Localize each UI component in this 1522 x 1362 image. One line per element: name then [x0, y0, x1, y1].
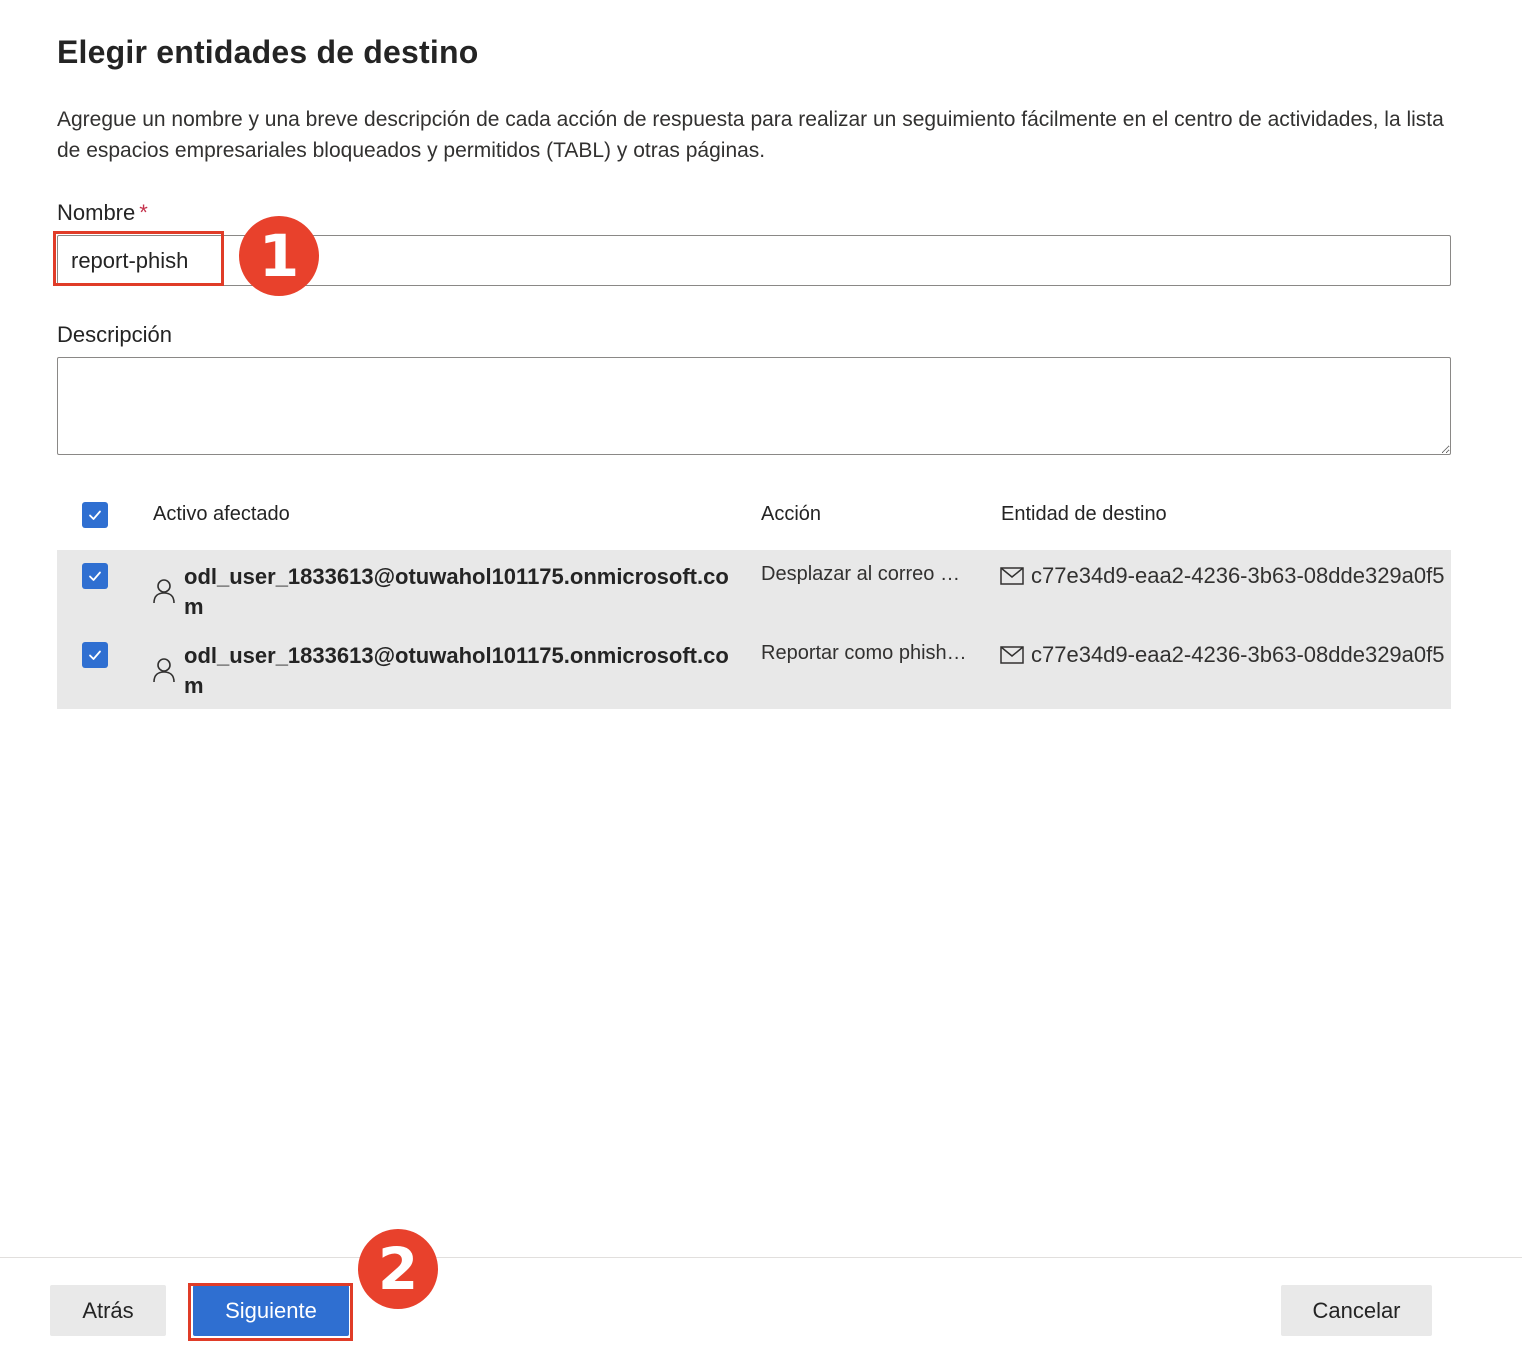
- checkmark-icon: [89, 571, 101, 581]
- checkmark-icon: [89, 510, 101, 520]
- step-badge-1: 1: [239, 216, 319, 296]
- checkmark-icon: [89, 650, 101, 660]
- required-marker: *: [139, 200, 148, 225]
- target-entity: c77e34d9-eaa2-4236-3b63-08dde329a0f5: [1031, 642, 1445, 667]
- footer-divider: [0, 1257, 1522, 1258]
- column-header-asset[interactable]: Activo afectado: [153, 503, 290, 526]
- page-description: Agregue un nombre y una breve descripció…: [57, 108, 1444, 162]
- back-button[interactable]: Atrás: [50, 1285, 166, 1336]
- step-badge-2: 2: [358, 1229, 438, 1309]
- choose-target-entities-page: Elegir entidades de destino Agregue un n…: [0, 0, 1522, 1362]
- row-action: Desplazar al correo no...: [761, 563, 971, 585]
- user-icon: [153, 579, 175, 604]
- row-action: Reportar como phishing: [761, 642, 971, 664]
- target-entity: c77e34d9-eaa2-4236-3b63-08dde329a0f5: [1031, 563, 1445, 588]
- row-checkbox[interactable]: [82, 563, 108, 589]
- cancel-button[interactable]: Cancelar: [1281, 1285, 1432, 1336]
- page-title: Elegir entidades de destino: [57, 34, 479, 70]
- next-button[interactable]: Siguiente: [193, 1285, 349, 1336]
- description-textarea[interactable]: [57, 357, 1451, 455]
- mail-icon: [1000, 646, 1024, 664]
- mail-icon: [1000, 567, 1024, 585]
- user-icon: [153, 658, 175, 683]
- column-header-entity[interactable]: Entidad de destino: [1001, 503, 1167, 526]
- select-all-checkbox[interactable]: [82, 502, 108, 528]
- description-label: Descripción: [57, 322, 172, 347]
- name-label-text: Nombre: [57, 200, 136, 225]
- affected-asset: odl_user_1833613@otuwahol101175.onmicros…: [184, 643, 729, 698]
- row-checkbox[interactable]: [82, 642, 108, 668]
- name-label: Nombre *: [57, 200, 148, 226]
- column-header-action[interactable]: Acción: [761, 503, 821, 526]
- affected-asset: odl_user_1833613@otuwahol101175.onmicros…: [184, 564, 729, 619]
